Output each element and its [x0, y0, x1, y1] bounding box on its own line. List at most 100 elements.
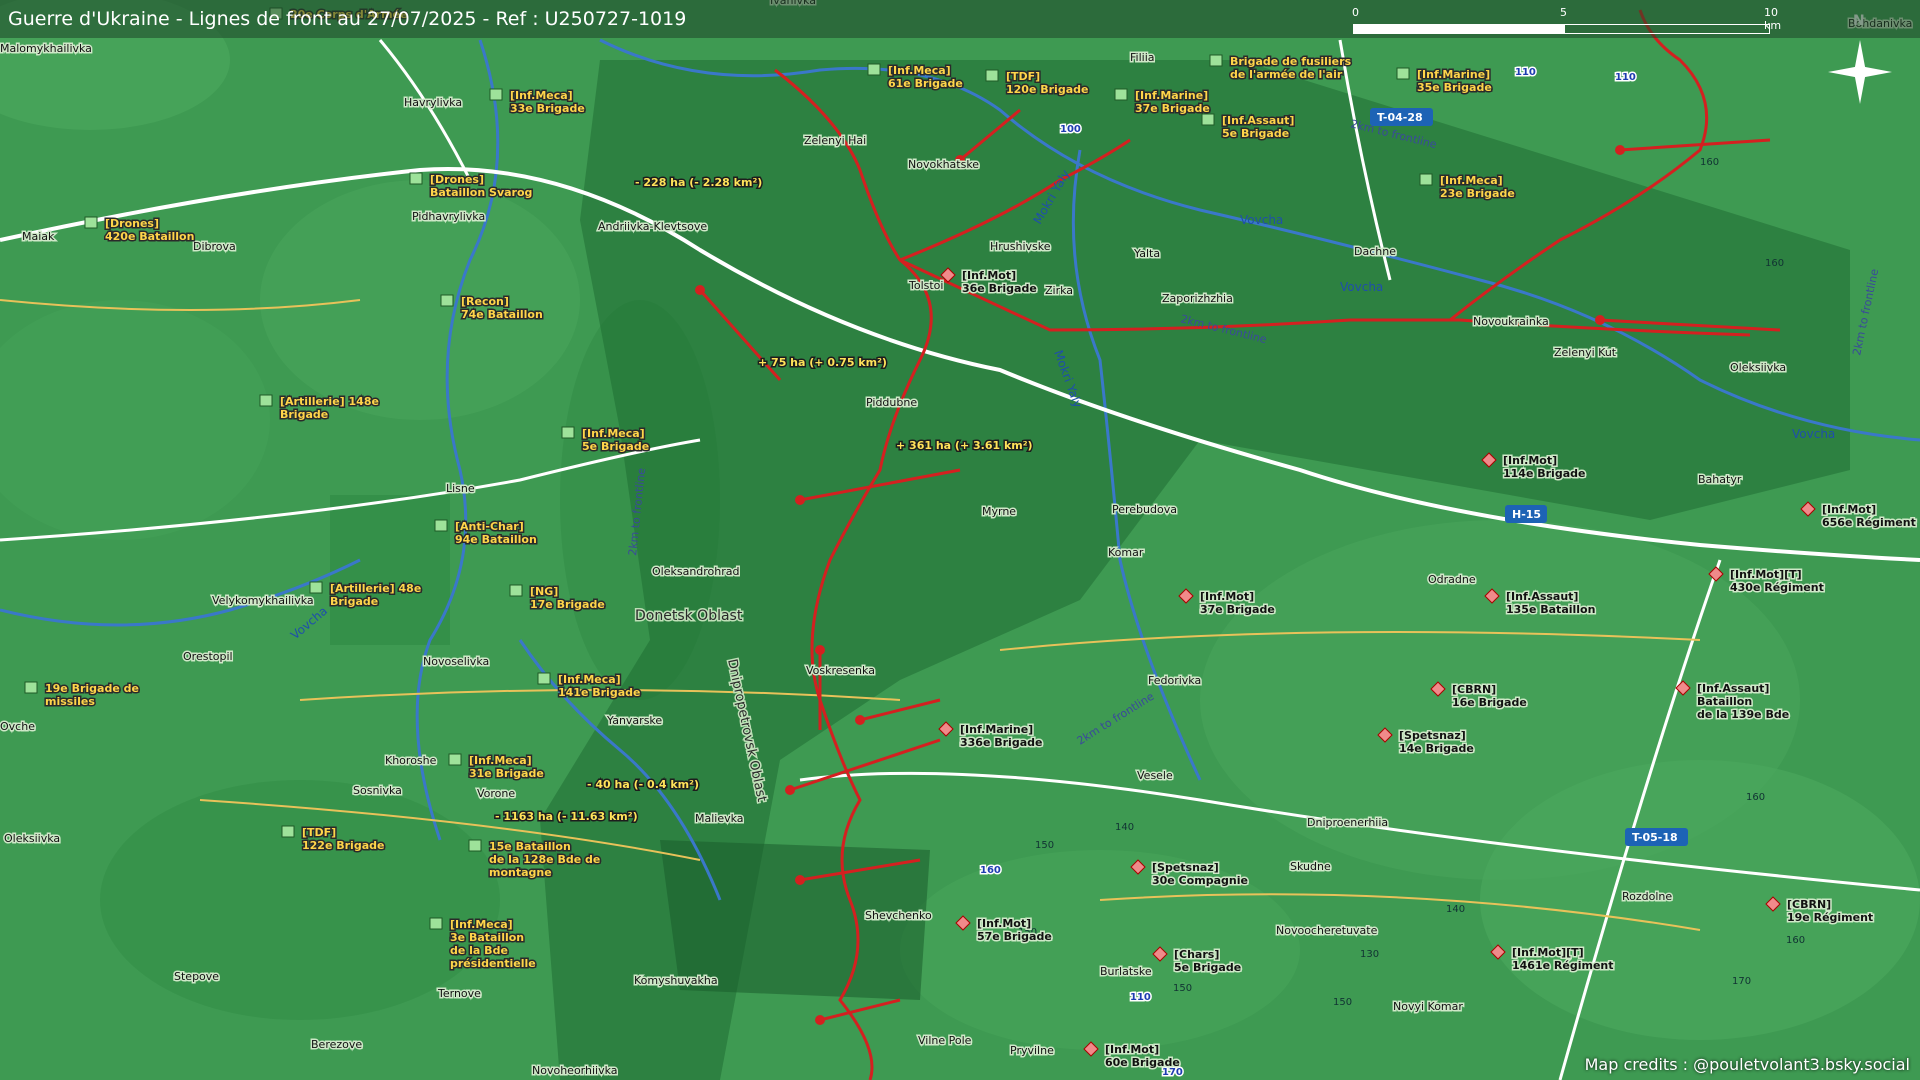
elevation-6: 130: [1360, 949, 1379, 960]
unit-label-36-0: [Inf.Mot][T]: [1512, 946, 1584, 959]
map-title: Guerre d'Ukraine - Lignes de front au 27…: [8, 8, 687, 30]
scale-label-5: 5: [1560, 6, 1567, 19]
place-label-30: Novoselivka: [423, 655, 489, 668]
unit-label-32-1: 14e Brigade: [1399, 742, 1474, 755]
place-label-53: Novoheorhiivka: [532, 1064, 618, 1077]
unit-label-15-0: [Artillerie] 48e: [330, 582, 421, 595]
unit-marker-16: [509, 584, 523, 597]
unit-label-11-1: 74e Bataillon: [461, 308, 543, 321]
friendly-unit-icon-10: [84, 216, 98, 229]
unit-marker-22: [429, 917, 443, 930]
place-label-37: Vesele: [1137, 769, 1173, 782]
unit-label-30-1: Bataillon: [1697, 695, 1752, 708]
route-badge-label-2: T-05-18: [1632, 831, 1678, 844]
river-label-1: Vovcha: [1340, 280, 1383, 294]
place-label-33: Yanvarske: [606, 714, 662, 727]
place-label-5: Zelenyi Hai: [804, 134, 866, 147]
unit-label-28-0: [Inf.Assaut]: [1506, 590, 1578, 603]
place-label-46: Komyshuvakha: [634, 974, 718, 987]
road-number-0: 110: [1515, 67, 1536, 78]
front-line-map[interactable]: T-04-28 H-15 T-05-18 110 100 110 110 160 170 160 1…: [0, 0, 1920, 1080]
unit-marker-4: [1209, 54, 1223, 67]
elevation-11: 150: [1333, 997, 1352, 1008]
unit-label-24-0: [Inf.Mot]: [1503, 454, 1557, 467]
unit-label-27-0: [Inf.Mot]: [1200, 590, 1254, 603]
place-label-54: Ovche: [0, 720, 35, 733]
place-label-16: Zaporizhzhia: [1162, 292, 1233, 305]
unit-marker-10: [84, 216, 98, 229]
place-label-12: Dibrova: [193, 240, 236, 253]
unit-label-22-0: [Inf.Meca]: [450, 918, 513, 931]
unit-label-6-1: 33e Brigade: [510, 102, 585, 115]
unit-marker-3: [1114, 88, 1128, 101]
unit-marker-12: [259, 394, 273, 407]
unit-marker-7: [1201, 113, 1215, 126]
unit-label-3-0: [Inf.Marine]: [1135, 89, 1208, 102]
unit-label-37-1: 19e Régiment: [1787, 911, 1873, 924]
place-label-44: Novoocheretuvate: [1276, 924, 1378, 937]
friendly-unit-icon-11: [440, 294, 454, 307]
elevation-1: 160: [1765, 258, 1784, 269]
unit-label-10-1: 420e Bataillon: [105, 230, 194, 243]
unit-label-3-1: 37e Brigade: [1135, 102, 1210, 115]
unit-label-31-1: 336e Brigade: [960, 736, 1042, 749]
place-label-35: Sosnivka: [353, 784, 402, 797]
place-label-25: Bahatyr: [1698, 473, 1742, 486]
friendly-unit-icon-14: [434, 519, 448, 532]
place-label-3: Filiia: [1130, 51, 1155, 64]
friendly-unit-icon-2: [985, 69, 999, 82]
place-label-19: Oleksiivka: [1730, 361, 1786, 374]
friendly-unit-icon-21: [468, 839, 482, 852]
friendly-unit-icon-16: [509, 584, 523, 597]
place-label-1: Malomykhailivka: [0, 42, 92, 55]
attack-arrow-head-3: [1595, 315, 1605, 325]
unit-label-37-0: [CBRN]: [1787, 898, 1831, 911]
unit-marker-1: [867, 63, 881, 76]
scale-label-0: 0: [1352, 6, 1359, 19]
unit-label-16-0: [NG]: [530, 585, 558, 598]
area-change-label-4: - 1163 ha (- 11.63 km²): [495, 810, 638, 823]
friendly-unit-icon-4: [1209, 54, 1223, 67]
unit-label-4-1: de l'armée de l'air: [1230, 68, 1343, 81]
place-label-26: Velykomykhailivka: [212, 594, 314, 607]
unit-marker-13: [561, 426, 575, 439]
unit-label-4-0: Brigade de fusiliers: [1230, 55, 1352, 68]
unit-label-16-1: 17e Brigade: [530, 598, 605, 611]
attack-arrow-head-2: [1615, 145, 1625, 155]
unit-label-13-0: [Inf.Meca]: [582, 427, 645, 440]
unit-marker-5: [1396, 67, 1410, 80]
terrain-shading-4: [1480, 760, 1920, 1040]
unit-label-21-0: 15e Bataillon: [489, 840, 571, 853]
unit-marker-20: [281, 825, 295, 838]
unit-label-26-1: 430e Régiment: [1730, 581, 1824, 594]
scale-bar: 0 5 10 km: [1350, 6, 1781, 34]
friendly-unit-icon-19: [448, 753, 462, 766]
unit-label-29-0: [CBRN]: [1452, 683, 1496, 696]
unit-label-18-0: [Inf.Meca]: [558, 673, 621, 686]
friendly-unit-icon-9: [409, 172, 423, 185]
place-label-50: Berezove: [311, 1038, 362, 1051]
friendly-unit-icon-17: [24, 681, 38, 694]
unit-label-31-0: [Inf.Marine]: [960, 723, 1033, 736]
scale-label-10: 10 km: [1764, 6, 1782, 32]
place-label-13: Andriivka-Klevtsove: [598, 220, 707, 233]
place-label-28: Odradne: [1428, 573, 1476, 586]
road-number-4: 160: [980, 865, 1001, 876]
map-stage[interactable]: T-04-28 H-15 T-05-18 110 100 110 110 160 170 160 1…: [0, 0, 1920, 1080]
attack-arrow-head-8: [795, 875, 805, 885]
place-label-10: Pidhavrylivka: [412, 210, 485, 223]
place-label-6: Novokhatske: [908, 158, 979, 171]
unit-label-12-1: Brigade: [280, 408, 328, 421]
unit-label-23-0: [Inf.Mot]: [962, 269, 1016, 282]
unit-label-28-1: 135e Bataillon: [1506, 603, 1595, 616]
unit-marker-19: [448, 753, 462, 766]
unit-marker-21: [468, 839, 482, 852]
river-label-2: Vovcha: [1792, 427, 1835, 441]
friendly-unit-icon-8: [1419, 173, 1433, 186]
place-label-32: Fedorivka: [1148, 674, 1201, 687]
friendly-unit-icon-1: [867, 63, 881, 76]
map-credits: Map credits : @pouletvolant3.bsky.social: [1584, 1055, 1910, 1074]
place-label-9: Dachne: [1354, 245, 1396, 258]
unit-label-21-1: de la 128e Bde de: [489, 853, 600, 866]
unit-label-30-0: [Inf.Assaut]: [1697, 682, 1769, 695]
